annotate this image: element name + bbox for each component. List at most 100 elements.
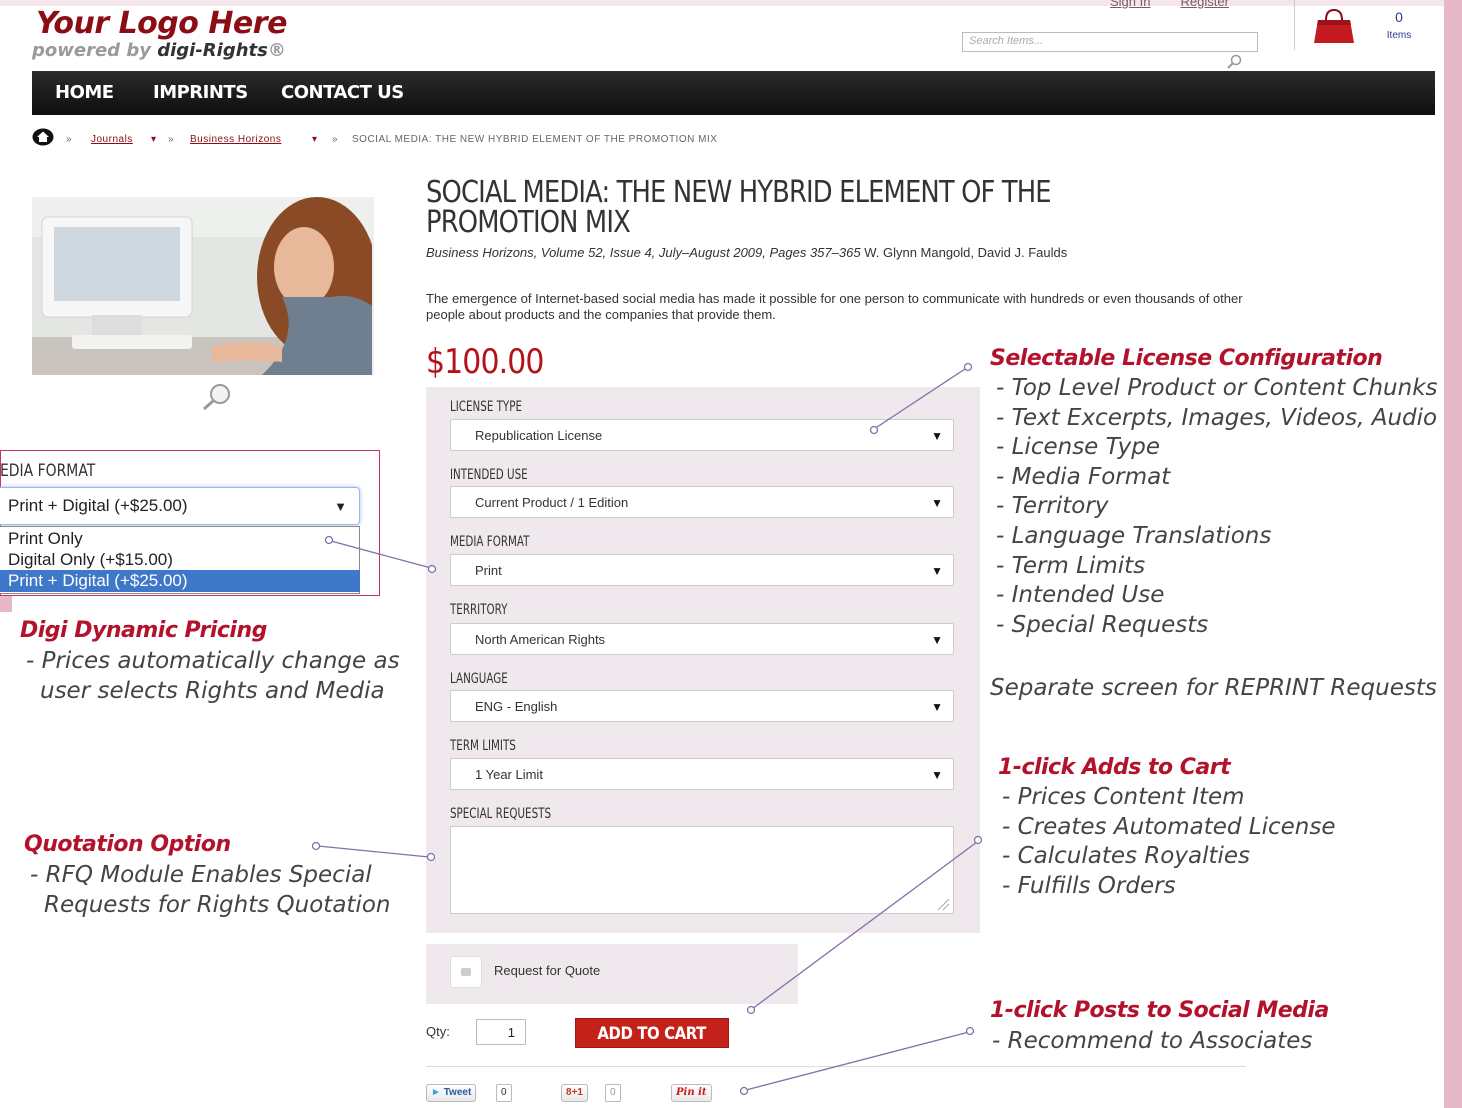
callout-dot — [311, 841, 321, 851]
territory-select[interactable]: North American Rights ▼ — [450, 623, 954, 655]
annotation-license-config-item: - Special Requests — [996, 611, 1209, 638]
special-requests-textarea[interactable] — [450, 826, 954, 914]
nav-contact-us[interactable]: CONTACT US — [281, 82, 404, 103]
request-quote-checkbox[interactable] — [450, 956, 482, 988]
shopping-bag-icon[interactable] — [1312, 8, 1356, 44]
sign-in-link[interactable]: Sign In — [1110, 0, 1150, 9]
annotation-add-cart-item: - Creates Automated License — [1002, 813, 1336, 840]
annotation-add-cart-item: - Prices Content Item — [1002, 784, 1245, 810]
annotation-quotation-line2: Requests for Rights Quotation — [44, 892, 391, 918]
term-limits-value: 1 Year Limit — [475, 767, 543, 782]
resize-grip-icon[interactable] — [936, 897, 950, 911]
google-plus-label: +1 — [571, 1087, 583, 1098]
popup-selected-value: Print + Digital (+$25.00) — [8, 496, 188, 515]
tweet-label: Tweet — [443, 1087, 472, 1098]
term-limits-label: TERM LIMITS — [450, 738, 516, 754]
special-requests-label: SPECIAL REQUESTS — [450, 806, 552, 822]
chevron-down-icon[interactable]: ▼ — [931, 429, 943, 443]
language-select[interactable]: ENG - English ▼ — [450, 690, 954, 722]
annotation-add-cart-item: - Fulfills Orders — [1002, 872, 1176, 899]
territory-value: North American Rights — [475, 632, 606, 647]
frame-right-border — [1444, 0, 1462, 1108]
logo-tagline-brand: digi-Rights — [157, 40, 268, 61]
chevron-down-icon[interactable]: ▼ — [931, 496, 943, 510]
chevron-down-icon[interactable]: ▾ — [151, 134, 157, 145]
annotation-dynamic-pricing-line1: - Prices automatically change as — [26, 648, 400, 674]
breadcrumb-current: SOCIAL MEDIA: THE NEW HYBRID ELEMENT OF … — [352, 134, 718, 145]
logo-tagline-suffix: ® — [267, 40, 286, 61]
callout-dot — [746, 1005, 756, 1015]
annotation-add-cart-list: - Prices Content Item - Creates Automate… — [1002, 783, 1336, 901]
territory-label: TERRITORY — [450, 602, 508, 618]
breadcrumb-journals[interactable]: Journals — [91, 134, 133, 145]
annotation-dynamic-pricing-line2: user selects Rights and Media — [40, 678, 385, 704]
chevron-down-icon[interactable]: ▼ — [931, 633, 943, 647]
cart-count[interactable]: 0 — [1384, 10, 1414, 24]
citation-journal: Business Horizons, Volume 52, Issue 4, J… — [426, 245, 861, 260]
callout-line-social — [745, 1031, 970, 1091]
popup-option-digital-only[interactable]: Digital Only (+$15.00) — [8, 549, 173, 570]
register-link[interactable]: Register — [1180, 0, 1228, 9]
pin-it-button[interactable]: Pin it — [671, 1084, 712, 1102]
twitter-bird-icon: ► — [431, 1087, 441, 1098]
home-icon[interactable] — [32, 128, 54, 146]
breadcrumb-sep-1: » — [66, 134, 73, 145]
annotation-license-config-item: - License Type — [996, 434, 1161, 461]
callout-dot — [739, 1086, 749, 1096]
request-quote-label[interactable]: Request for Quote — [494, 963, 600, 978]
callout-line-quote — [317, 845, 430, 858]
annotation-add-cart-item: - Calculates Royalties — [1002, 843, 1251, 870]
media-format-value: Print — [475, 563, 502, 578]
account-links: Sign In Register — [1110, 0, 1259, 9]
nav-imprints[interactable]: IMPRINTS — [153, 82, 248, 103]
search-input[interactable]: Search Items... — [962, 32, 1258, 52]
cart-count-label: Items — [1386, 30, 1412, 41]
logo-tagline-prefix: powered by — [32, 40, 158, 61]
logo-title[interactable]: Your Logo Here — [36, 6, 287, 41]
intended-use-select[interactable]: Current Product / 1 Edition ▼ — [450, 486, 954, 518]
chevron-down-icon[interactable]: ▼ — [334, 499, 347, 514]
annotation-license-config-heading: Selectable License Configuration — [990, 346, 1383, 371]
nav-home[interactable]: HOME — [55, 82, 114, 103]
chevron-down-icon[interactable]: ▼ — [931, 564, 943, 578]
popup-media-format-select[interactable]: Print + Digital (+$25.00) ▼ — [0, 487, 360, 525]
popup-option-print-only[interactable]: Print Only — [8, 528, 83, 549]
chevron-down-icon[interactable]: ▼ — [931, 700, 943, 714]
annotation-license-config-item: - Top Level Product or Content Chunks — [996, 375, 1438, 401]
frame-left-accent — [0, 596, 12, 612]
breadcrumb-business-horizons[interactable]: Business Horizons — [190, 134, 281, 145]
google-plus-button[interactable]: 8+1 — [561, 1084, 588, 1102]
license-type-value: Republication License — [475, 428, 603, 443]
divider — [426, 1066, 1246, 1067]
intended-use-value: Current Product / 1 Edition — [475, 495, 629, 510]
annotation-quotation-line1: - RFQ Module Enables Special — [30, 862, 372, 888]
popup-option-print-digital[interactable]: Print + Digital (+$25.00) — [0, 570, 360, 592]
search-icon[interactable] — [1226, 54, 1244, 70]
tweet-count: 0 — [496, 1084, 512, 1102]
media-format-label: MEDIA FORMAT — [450, 534, 530, 550]
language-label: LANGUAGE — [450, 671, 508, 687]
quantity-input[interactable]: 1 — [476, 1019, 526, 1045]
annotation-add-cart-heading: 1-click Adds to Cart — [998, 755, 1231, 780]
annotation-license-config-item: - Territory — [996, 493, 1109, 520]
product-citation: Business Horizons, Volume 52, Issue 4, J… — [426, 245, 1236, 261]
annotation-social-line1: - Recommend to Associates — [992, 1028, 1313, 1054]
license-type-select[interactable]: Republication License ▼ — [450, 419, 954, 451]
annotation-license-config-list: - Top Level Product or Content Chunks - … — [996, 374, 1438, 640]
callout-dot — [963, 362, 973, 372]
media-format-select[interactable]: Print ▼ — [450, 554, 954, 586]
citation-authors: W. Glynn Mangold, David J. Faulds — [860, 245, 1068, 260]
product-image[interactable] — [32, 197, 374, 375]
logo-tagline: powered by digi-Rights® — [32, 40, 286, 61]
license-type-label: LICENSE TYPE — [450, 399, 522, 415]
add-to-cart-button[interactable]: ADD TO CART — [575, 1018, 729, 1048]
annotation-license-config-item: - Media Format — [996, 463, 1171, 490]
chevron-down-icon[interactable]: ▾ — [312, 134, 318, 145]
chevron-down-icon[interactable]: ▼ — [931, 768, 943, 782]
zoom-icon[interactable] — [196, 382, 236, 412]
term-limits-select[interactable]: 1 Year Limit ▼ — [450, 758, 954, 790]
tweet-button[interactable]: ► Tweet — [426, 1084, 477, 1102]
annotation-reprint-note: Separate screen for REPRINT Requests — [990, 675, 1437, 701]
annotation-social-heading: 1-click Posts to Social Media — [990, 998, 1329, 1023]
product-price: $100.00 — [426, 342, 544, 382]
